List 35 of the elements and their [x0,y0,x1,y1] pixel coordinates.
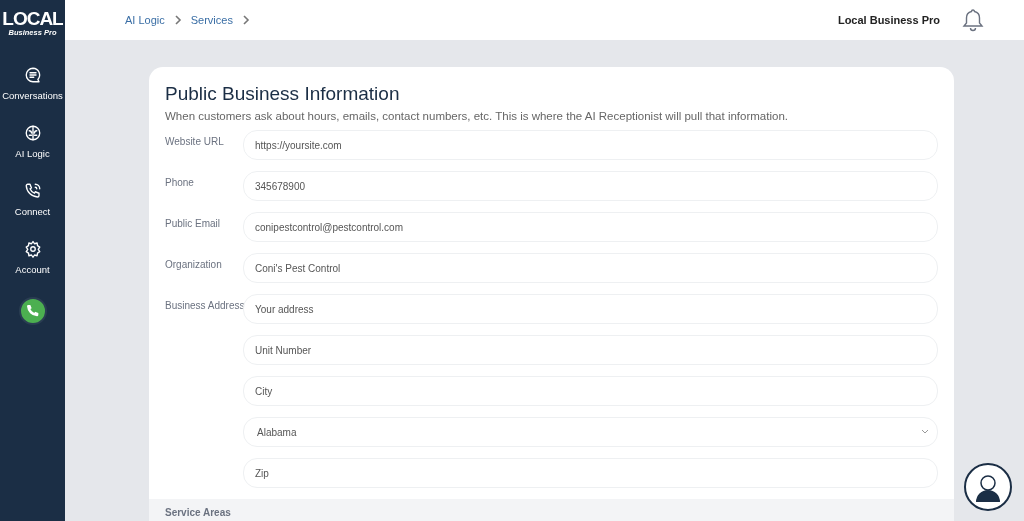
bell-icon[interactable] [962,8,984,32]
chevron-icon [173,15,182,25]
nav-item[interactable]: Account [0,240,65,285]
field-label: Business Address [165,299,243,313]
chat-bubble-icon [23,66,42,84]
nav-item[interactable]: Conversations [0,66,65,111]
input-field[interactable]: 345678900 [243,171,938,201]
input-field[interactable]: https://yoursite.com [243,130,938,160]
nav-item[interactable]: AI Logic [0,124,65,169]
section-heading: Service Areas [165,507,231,518]
section-description: When customers ask about hours, emails, contact numbers, etc. This is where the AI Receptionist will pull that information. [165,110,789,122]
chevron-icon [241,15,250,25]
input-field[interactable]: Zip [243,458,938,488]
input-field[interactable]: Your address [243,294,938,324]
nav-item[interactable]: Connect [0,182,65,227]
input-field[interactable]: Coni's Pest Control [243,253,938,283]
field-label: Organization [165,258,223,272]
breadcrumb-link[interactable]: Services [190,14,233,26]
assistant-avatar[interactable] [964,463,1012,511]
chevron-down-icon [921,429,929,435]
logo-wordmark: LOCAL [2,9,63,28]
gear-icon [23,240,42,258]
input-field[interactable]: conipestcontrol@pestcontrol.com [243,212,938,242]
phone-icon [23,182,42,200]
input-field[interactable]: Unit Number [243,335,938,365]
field-label: Website URL [165,135,225,149]
field-label: Phone [165,176,195,190]
input-field[interactable]: City [243,376,938,406]
section-title: Public Business Information [165,83,401,105]
breadcrumb-link[interactable]: AI Logic [125,14,165,26]
state-select[interactable]: Alabama [243,417,938,447]
account-name: Local Business Pro [837,14,940,26]
field-label: Public Email [165,217,222,231]
call-button[interactable] [18,297,47,325]
phone-icon [24,303,41,319]
